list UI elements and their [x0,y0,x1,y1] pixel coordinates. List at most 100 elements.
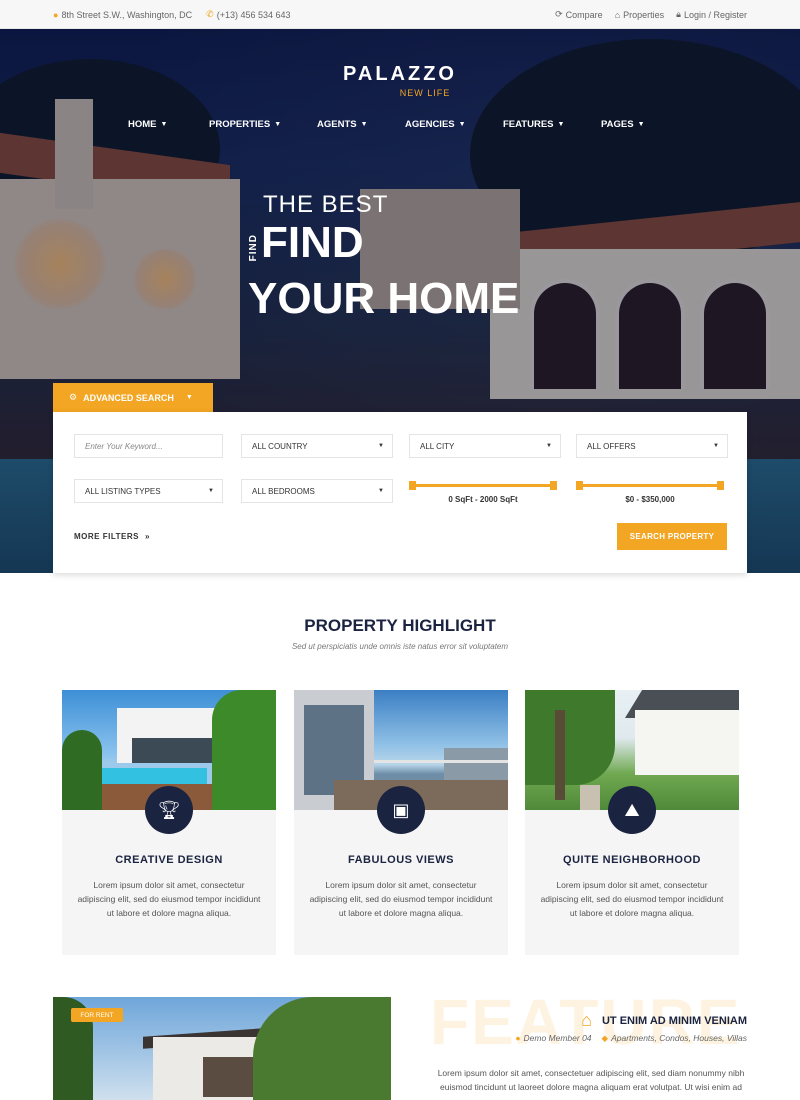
highlight-card[interactable]: 🏆︎ CREATIVE DESIGN Lorem ipsum dolor sit… [62,690,276,955]
compare-label: Compare [565,9,603,20]
listing-type-value: ALL LISTING TYPES [85,486,161,496]
headline-vertical: FIND [248,233,259,261]
nav-home[interactable]: HOME ▼ [128,119,209,130]
address: ● 8th Street S.W., Washington, DC [53,9,192,20]
search-property-button[interactable]: SEARCH PROPERTY [617,523,727,550]
featured-meta: ● Demo Member 04 ◆ Apartments, Condos, Hou… [515,1033,747,1044]
member-name: Demo Member 04 [523,1033,592,1043]
dropdown-arrow-icon: ▼ [208,488,214,494]
nav-label: FEATURES [503,119,554,130]
for-rent-badge: FOR RENT [71,1008,123,1022]
categories: Apartments, Condos, Houses, Villas [611,1033,747,1043]
advanced-search-tab[interactable]: ⚙ ADVANCED SEARCH ▼ [53,383,213,412]
nav-label: PAGES [601,119,634,130]
nav-label: AGENTS [317,119,357,130]
card-title: FABULOUS VIEWS [347,854,454,866]
city-value: ALL CITY [420,441,455,451]
nav-agents[interactable]: AGENTS ▼ [317,119,405,130]
chevron-down-icon: ▼ [160,121,168,128]
card-text: Lorem ipsum dolor sit amet, consectetur … [309,880,493,918]
range-handle-min[interactable] [576,481,583,490]
bank-icon: ⌂ [614,9,621,20]
dropdown-arrow-icon: ▼ [378,488,384,494]
phone-text: (+13) 456 534 643 [216,9,291,20]
lock-icon: 🔒︎ [676,9,681,19]
image-icon: ▣ [377,786,425,834]
category-info[interactable]: ◆ Apartments, Condos, Houses, Villas [602,1033,747,1044]
user-icon: ● [515,1033,521,1043]
featured-description: Lorem ipsum dolor sit amet, consectetuer… [437,1068,745,1092]
area-range-label: 0 SqFt - 2000 SqFt [448,495,518,504]
nav-agencies[interactable]: AGENCIES ▼ [405,119,503,130]
featured-title-text: UT ENIM AD MINIM VENIAM [601,1014,747,1027]
headline-your-home: YOUR HOME [248,274,520,323]
card-title: QUITE NEIGHBORHOOD [563,854,701,866]
login-link[interactable]: 🔒︎ Login / Register [676,9,747,20]
more-filters-label: MORE FILTERS [74,532,139,541]
chevron-down-icon: ▼ [274,121,282,128]
listing-type-select[interactable]: ALL LISTING TYPES ▼ [74,479,223,503]
bedrooms-select[interactable]: ALL BEDROOMS ▼ [241,479,393,503]
advanced-search-label: ADVANCED SEARCH [83,392,174,403]
highlight-card[interactable]: ▣ FABULOUS VIEWS Lorem ipsum dolor sit a… [294,690,508,955]
dropdown-arrow-icon: ▼ [378,443,384,449]
properties-label: Properties [623,9,665,20]
compare-link[interactable]: ⟳ Compare [555,9,603,20]
card-text: Lorem ipsum dolor sit amet, consectetur … [77,880,261,918]
logo-name: PALAZZO [343,63,457,85]
nav-properties[interactable]: PROPERTIES ▼ [209,119,317,130]
card-text: Lorem ipsum dolor sit amet, consectetur … [540,880,724,918]
bedrooms-value: ALL BEDROOMS [252,486,315,496]
price-range-slider[interactable]: $0 - $350,000 [576,479,724,504]
phone[interactable]: ✆ (+13) 456 534 643 [206,9,290,20]
properties-link[interactable]: ⌂ Properties [615,9,664,20]
refresh-icon: ⟳ [555,9,563,19]
range-handle-min[interactable] [409,481,416,490]
chevron-down-icon: ▼ [637,121,645,128]
range-handle-max[interactable] [550,481,557,490]
nav-label: HOME [128,119,157,130]
gear-icon: ⚙ [69,392,78,402]
nav-features[interactable]: FEATURES ▼ [503,119,601,130]
range-handle-max[interactable] [717,481,724,490]
map-icon: ⛰ [608,786,656,834]
area-range-slider[interactable]: 0 SqFt - 2000 SqFt [409,479,557,504]
section-title: PROPERTY HIGHLIGHT [304,616,496,635]
chevron-down-icon: ▼ [360,121,368,128]
dropdown-arrow-icon: ▼ [546,443,552,449]
keyword-input[interactable]: Enter Your Keyword... [74,434,223,458]
search-panel: Enter Your Keyword... ALL COUNTRY ▼ ALL C… [53,412,747,573]
location-pin-icon: ● [53,9,59,20]
more-filters-toggle[interactable]: MORE FILTERS » [74,532,150,541]
dropdown-arrow-icon: ▼ [713,443,719,449]
double-chevron-down-icon: » [144,532,150,541]
main-nav: HOME ▼ PROPERTIES ▼ AGENTS ▼ AGENCIES ▼ FEAT… [128,119,645,130]
tag-icon: ◆ [601,1033,609,1043]
phone-icon: ✆ [206,9,214,19]
card-title: CREATIVE DESIGN [115,854,223,866]
featured-title[interactable]: ⌂ UT ENIM AD MINIM VENIAM [581,1010,747,1031]
hero-headline: THE BEST FIND FIND YOUR HOME [248,191,519,321]
offers-select[interactable]: ALL OFFERS ▼ [576,434,728,458]
home-icon: ⌂ [581,1010,592,1030]
nav-label: AGENCIES [405,119,455,130]
member-info[interactable]: ● Demo Member 04 [515,1033,591,1044]
logo[interactable]: PALAZZO NEW LIFE [0,63,800,98]
section-subtitle: Sed ut perspiciatis unde omnis iste natu… [291,642,509,651]
caret-down-icon: ▼ [185,394,193,401]
chevron-down-icon: ▼ [557,121,565,128]
logo-tagline: NEW LIFE [399,88,451,98]
country-value: ALL COUNTRY [252,441,308,451]
highlight-card[interactable]: ⛰ QUITE NEIGHBORHOOD Lorem ipsum dolor s… [525,690,739,955]
headline-small: THE BEST [263,191,389,218]
nav-pages[interactable]: PAGES ▼ [601,119,645,130]
login-label: Login / Register [683,9,747,20]
address-text: 8th Street S.W., Washington, DC [61,9,193,20]
offers-value: ALL OFFERS [587,441,636,451]
headline-find: FIND [261,218,364,267]
price-range-label: $0 - $350,000 [625,495,675,504]
nav-label: PROPERTIES [209,119,271,130]
city-select[interactable]: ALL CITY ▼ [409,434,561,458]
country-select[interactable]: ALL COUNTRY ▼ [241,434,393,458]
trophy-icon: 🏆︎ [145,786,193,834]
